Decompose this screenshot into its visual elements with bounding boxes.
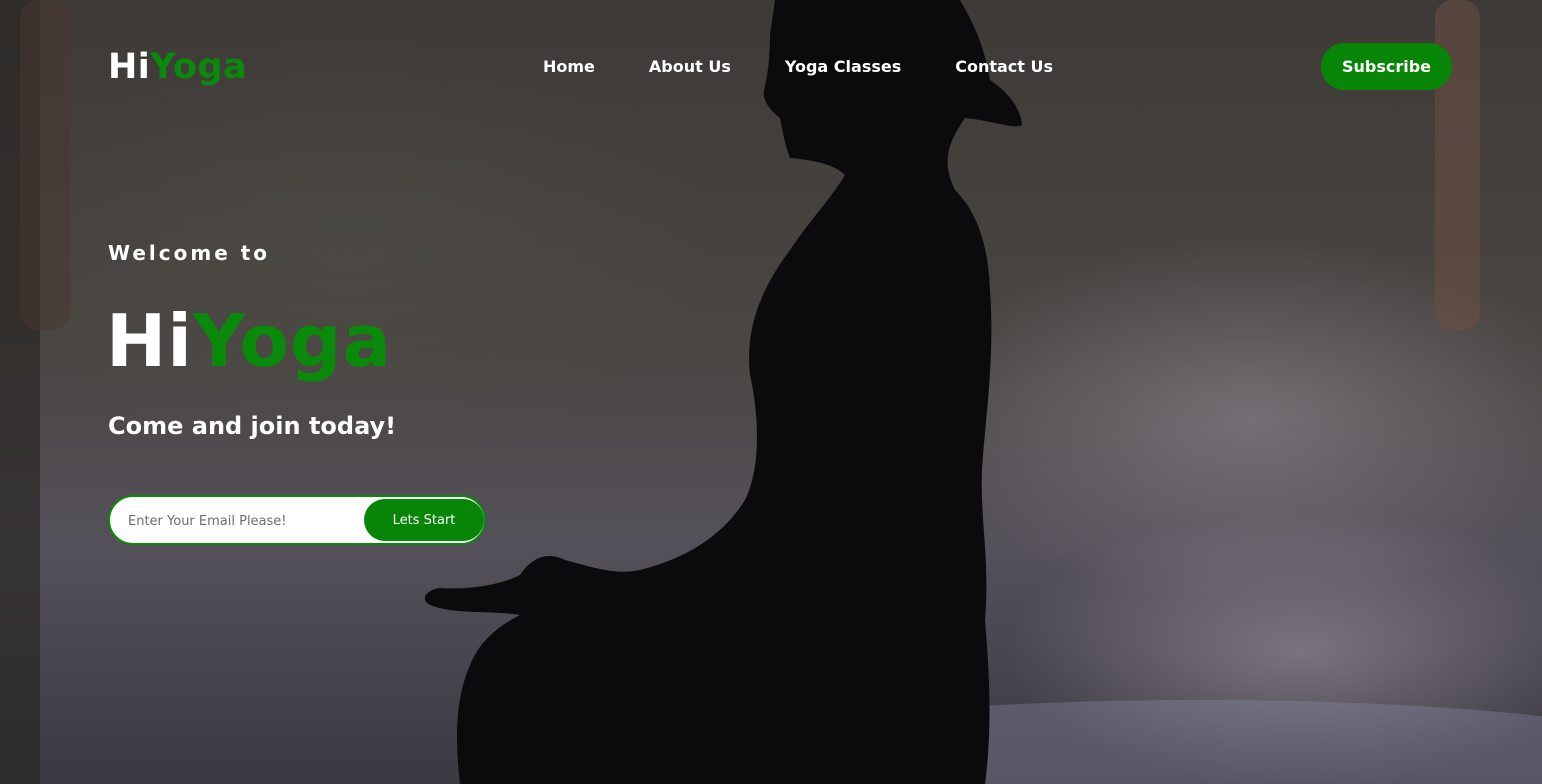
email-input[interactable] xyxy=(126,509,360,533)
welcome-text: Welcome to xyxy=(108,241,271,265)
nav-link-contact-us[interactable]: Contact Us xyxy=(955,56,1053,78)
email-signup-form: Lets Start xyxy=(108,495,486,545)
subscribe-button[interactable]: Subscribe xyxy=(1321,43,1452,90)
hero-tagline: Come and join today! xyxy=(108,412,397,440)
top-navbar: HiYoga Home About Us Yoga Classes Contac… xyxy=(0,0,1542,134)
brand-logo-hi: Hi xyxy=(108,47,151,87)
nav-link-yoga-classes[interactable]: Yoga Classes xyxy=(785,56,901,78)
hero-title-yoga: Yoga xyxy=(192,299,393,383)
lets-start-button[interactable]: Lets Start xyxy=(364,499,484,541)
hero-title-hi: Hi xyxy=(106,299,193,383)
nav-menu: Home About Us Yoga Classes Contact Us xyxy=(543,56,1053,78)
brand-logo-yoga: Yoga xyxy=(150,47,248,87)
brand-logo[interactable]: HiYoga xyxy=(108,44,247,90)
nav-link-home[interactable]: Home xyxy=(543,56,595,78)
hero-section: HiYoga Home About Us Yoga Classes Contac… xyxy=(0,0,1542,784)
nav-link-about-us[interactable]: About Us xyxy=(649,56,731,78)
hero-title: HiYoga xyxy=(106,296,392,386)
